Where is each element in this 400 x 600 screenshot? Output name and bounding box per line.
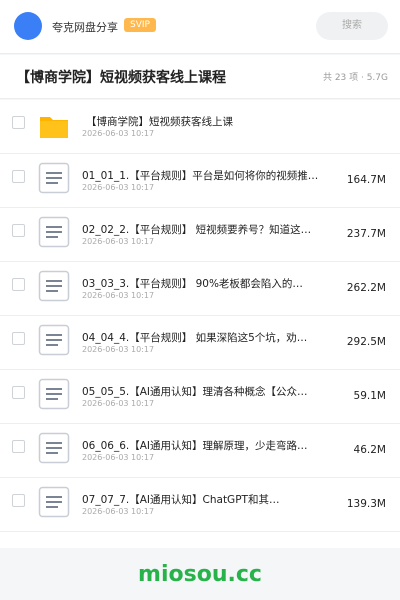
- folder-title-bar: 【博商学院】短视频获客线上课程 共 23 项 · 5.7G: [0, 55, 400, 99]
- file-date: 2026-06-03 10:17: [82, 507, 155, 516]
- select-checkbox[interactable]: [12, 440, 25, 453]
- file-name[interactable]: 07_07_7.【AI通用认知】ChatGPT和其…: [82, 492, 332, 507]
- file-name[interactable]: 02_02_2.【平台规则】 短视频要养号？知道这…: [82, 222, 332, 237]
- file-size: 46.2M: [353, 444, 386, 456]
- file-name[interactable]: 03_03_3.【平台规则】 90%老板都会陷入的…: [82, 276, 332, 291]
- file-name[interactable]: 01_01_1.【平台规则】平台是如何将你的视频推…: [82, 168, 332, 183]
- document-icon: [38, 216, 70, 248]
- file-name[interactable]: 【博商学院】短视频获客线上课: [86, 114, 336, 129]
- select-checkbox[interactable]: [12, 332, 25, 345]
- document-icon: [38, 270, 70, 302]
- file-date: 2026-06-03 10:17: [82, 183, 155, 192]
- watermark-text: miosou.cc: [138, 562, 262, 587]
- document-icon: [38, 432, 70, 464]
- file-row[interactable]: 01_01_1.【平台规则】平台是如何将你的视频推… 2026-06-03 10:…: [0, 154, 400, 208]
- file-row[interactable]: 03_03_3.【平台规则】 90%老板都会陷入的… 2026-06-03 10:…: [0, 262, 400, 316]
- page-title: 【博商学院】短视频获客线上课程: [16, 70, 226, 86]
- select-checkbox[interactable]: [12, 278, 25, 291]
- top-header: 夸克网盘分享 SVIP 搜索: [0, 0, 400, 54]
- folder-icon: [38, 110, 70, 142]
- file-name[interactable]: 04_04_4.【平台规则】 如果深陷这5个坑，劝…: [82, 330, 332, 345]
- avatar[interactable]: [14, 12, 42, 40]
- file-row[interactable]: 02_02_2.【平台规则】 短视频要养号？知道这… 2026-06-03 10:…: [0, 208, 400, 262]
- select-checkbox[interactable]: [12, 116, 25, 129]
- search-input[interactable]: 搜索: [316, 12, 388, 40]
- file-size: 139.3M: [346, 498, 386, 510]
- folder-meta: 共 23 项 · 5.7G: [322, 73, 388, 83]
- file-date: 2026-06-03 10:17: [82, 345, 155, 354]
- file-date: 2026-06-03 10:17: [82, 129, 155, 138]
- file-size: 237.7M: [346, 228, 386, 240]
- file-name[interactable]: 06_06_6.【AI通用认知】理解原理，少走弯路…: [82, 438, 332, 453]
- select-checkbox[interactable]: [12, 224, 25, 237]
- select-checkbox[interactable]: [12, 170, 25, 183]
- file-list: 【博商学院】短视频获客线上课 2026-06-03 10:17 01_01_1.【平…: [0, 100, 400, 548]
- document-icon: [38, 324, 70, 356]
- file-row[interactable]: 【博商学院】短视频获客线上课 2026-06-03 10:17: [0, 100, 400, 154]
- document-icon: [38, 378, 70, 410]
- svip-badge: SVIP: [124, 18, 156, 32]
- select-checkbox[interactable]: [12, 386, 25, 399]
- file-name[interactable]: 05_05_5.【AI通用认知】理清各种概念【公众…: [82, 384, 332, 399]
- file-row[interactable]: 04_04_4.【平台规则】 如果深陷这5个坑，劝… 2026-06-03 10:…: [0, 316, 400, 370]
- file-size: 262.2M: [346, 282, 386, 294]
- file-row[interactable]: 07_07_7.【AI通用认知】ChatGPT和其… 2026-06-03 10:…: [0, 478, 400, 532]
- document-icon: [38, 486, 70, 518]
- file-row[interactable]: 05_05_5.【AI通用认知】理清各种概念【公众… 2026-06-03 10:…: [0, 370, 400, 424]
- select-checkbox[interactable]: [12, 494, 25, 507]
- file-date: 2026-06-03 10:17: [82, 291, 155, 300]
- share-title: 夸克网盘分享: [52, 21, 118, 34]
- file-size: 59.1M: [353, 390, 386, 402]
- file-row[interactable]: 06_06_6.【AI通用认知】理解原理，少走弯路… 2026-06-03 10:…: [0, 424, 400, 478]
- file-date: 2026-06-03 10:17: [82, 399, 155, 408]
- file-date: 2026-06-03 10:17: [82, 237, 155, 246]
- document-icon: [38, 162, 70, 194]
- file-date: 2026-06-03 10:17: [82, 453, 155, 462]
- file-size: 164.7M: [346, 174, 386, 186]
- file-size: 292.5M: [346, 336, 386, 348]
